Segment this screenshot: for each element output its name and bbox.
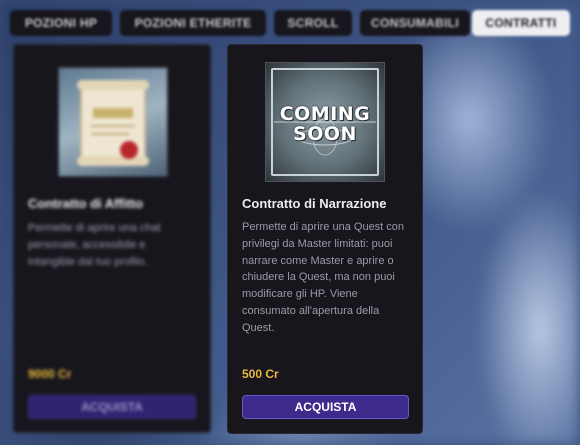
tab-pozioni-hp[interactable]: Pozioni HP (10, 10, 112, 36)
scroll-contract-icon (58, 67, 168, 177)
product-card-narrazione: COMING SOON Contratto di Narrazione Perm… (227, 44, 423, 434)
card-description: Permette di aprire una Quest con privile… (242, 221, 405, 334)
card-price: 9000 Cr (28, 367, 72, 381)
tab-consumabili[interactable]: Consumabili (360, 10, 470, 36)
buy-button[interactable]: ACQUISTA (242, 395, 409, 419)
card-price: 500 Cr (242, 367, 279, 381)
coming-soon-badge: COMING SOON (265, 62, 385, 182)
tab-pozioni-etherite[interactable]: Pozioni Etherite (120, 10, 266, 36)
card-title: Contratto di Affitto (28, 196, 144, 211)
card-title: Contratto di Narrazione (242, 196, 387, 211)
buy-button[interactable]: ACQUISTA (28, 395, 196, 419)
coming-soon-line2: SOON (293, 123, 357, 145)
category-tabs: Pozioni HP Pozioni Etherite Scroll Consu… (10, 10, 570, 36)
card-description: Permette di aprire una chat personale, a… (28, 222, 161, 268)
product-card-affitto: Contratto di Affitto Permette di aprire … (13, 44, 211, 433)
tab-contratti[interactable]: Contratti (472, 10, 570, 36)
tab-scroll[interactable]: Scroll (274, 10, 352, 36)
coming-soon-line1: COMING (279, 103, 371, 125)
